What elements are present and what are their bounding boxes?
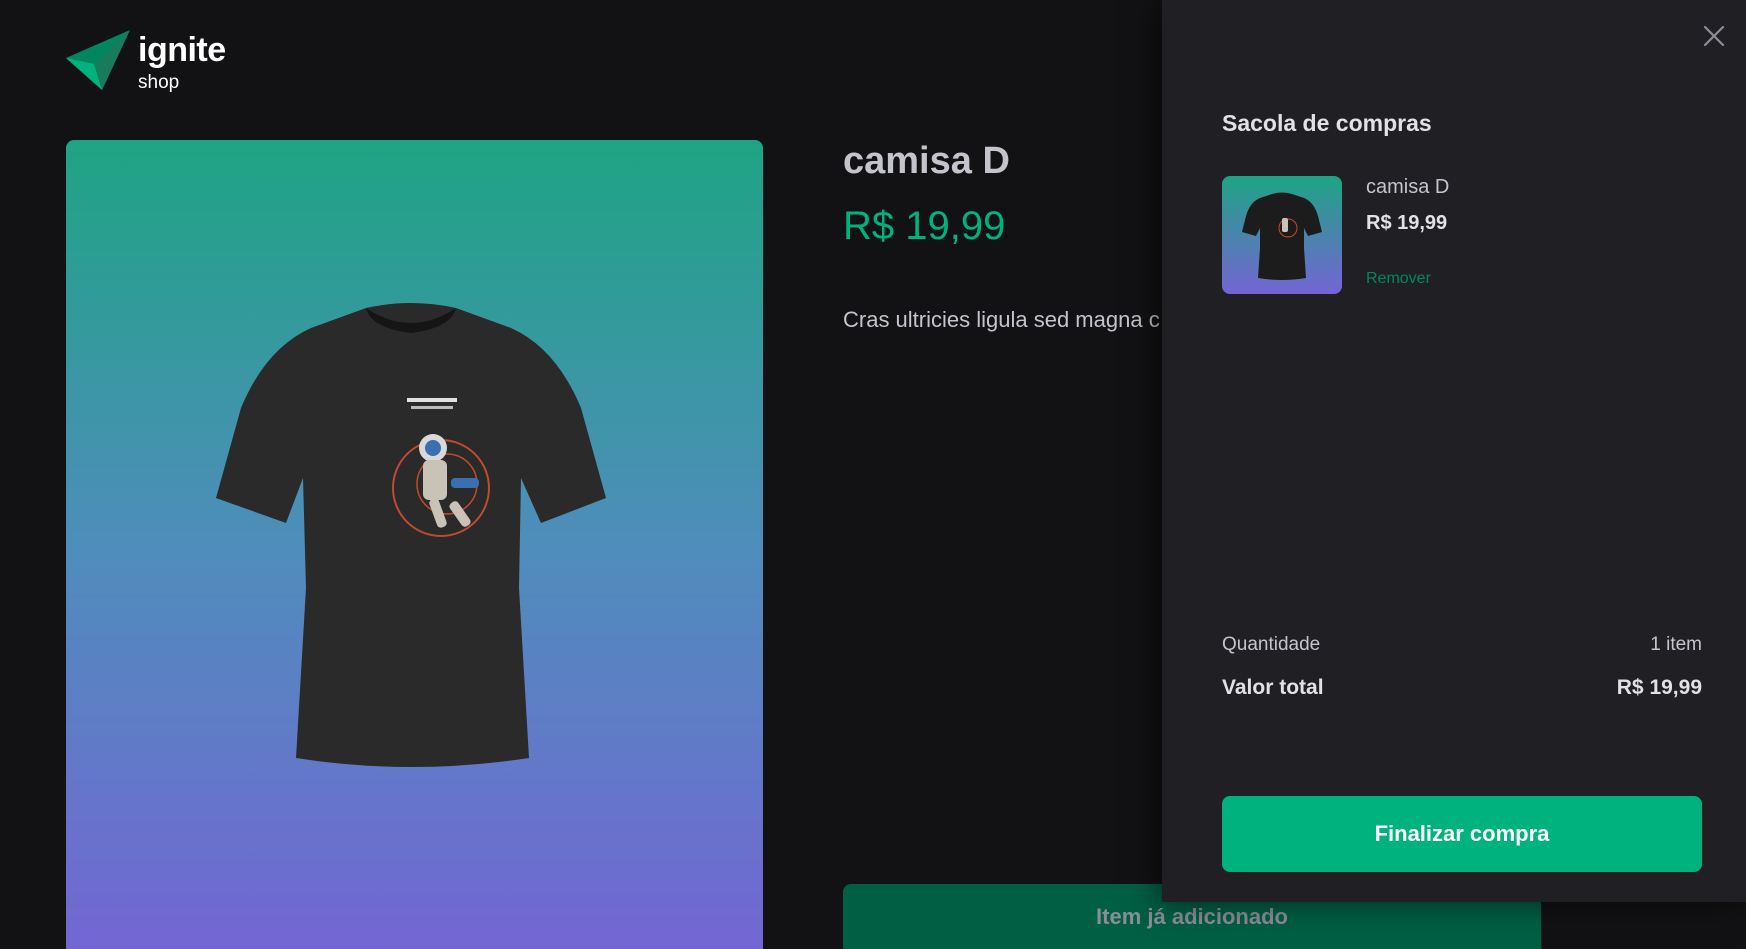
brand-title: ignite (138, 31, 226, 69)
cart-item-price: R$ 19,99 (1366, 212, 1448, 234)
total-label: Valor total (1222, 676, 1324, 699)
cart-item-thumbnail (1222, 176, 1342, 294)
cart-item: camisa D R$ 19,99 Remover (1222, 176, 1702, 296)
product-image-container (66, 140, 763, 949)
tshirt-thumbnail-icon (1242, 192, 1322, 280)
cart-title: Sacola de compras (1222, 110, 1432, 136)
product-title: camisa D (843, 140, 1010, 182)
product-page: ignite shop camisa D R$ 19,99 Cras ultri… (0, 0, 1746, 949)
checkout-button[interactable]: Finalizar compra (1222, 796, 1702, 872)
cart-item-name: camisa D (1366, 176, 1450, 198)
quantity-value: 1 item (1650, 634, 1702, 655)
close-cart-button[interactable] (1700, 22, 1728, 50)
brand-logo[interactable]: ignite shop (64, 28, 226, 96)
tshirt-icon (216, 303, 606, 767)
product-price: R$ 19,99 (843, 204, 1006, 248)
ignite-logo-icon (66, 30, 130, 90)
cart-quantity-row: Quantidade 1 item (1222, 634, 1702, 656)
cart-total-row: Valor total R$ 19,99 (1222, 676, 1702, 700)
remove-item-button[interactable]: Remover (1366, 270, 1431, 288)
quantity-label: Quantidade (1222, 634, 1321, 655)
brand-subtitle: shop (138, 72, 180, 93)
shopping-cart-drawer: Sacola de compras camisa D R$ 19,99 Remo… (1162, 0, 1746, 902)
total-value: R$ 19,99 (1616, 676, 1702, 699)
close-icon (1703, 25, 1725, 47)
